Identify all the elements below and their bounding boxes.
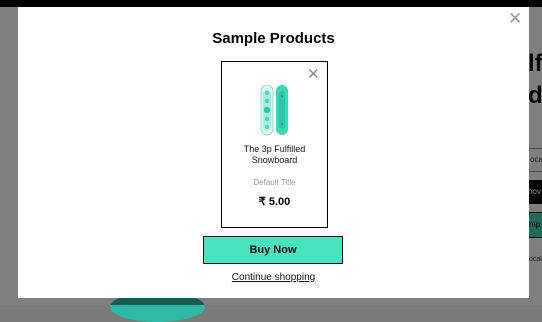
buy-now-button[interactable]: Buy Now bbox=[203, 236, 343, 264]
product-price: ₹ 5.00 bbox=[258, 196, 291, 208]
sample-products-modal: ✕ Sample Products ✕ The 3p Fulfilled Sno… bbox=[18, 7, 529, 298]
product-name[interactable]: The 3p Fulfilled Snowboard bbox=[226, 144, 323, 166]
modal-title: Sample Products bbox=[212, 30, 335, 47]
continue-shopping-link[interactable]: Continue shopping bbox=[18, 272, 529, 283]
product-card: ✕ The 3p Fulfilled Snowboard Default Tit… bbox=[221, 61, 328, 228]
product-variant: Default Title bbox=[253, 178, 296, 187]
snowboard-image bbox=[260, 84, 288, 136]
close-icon[interactable]: ✕ bbox=[508, 10, 522, 27]
close-icon[interactable]: ✕ bbox=[307, 67, 320, 82]
